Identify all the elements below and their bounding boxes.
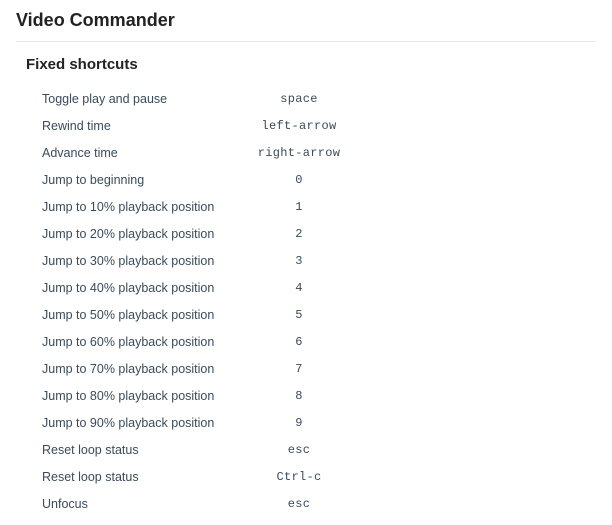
shortcut-key: 1 — [244, 200, 354, 214]
shortcut-row: Jump to 50% playback position 5 — [42, 301, 596, 328]
shortcut-label: Jump to 50% playback position — [42, 308, 244, 322]
shortcut-key: left-arrow — [244, 119, 354, 133]
shortcut-label: Jump to 30% playback position — [42, 254, 244, 268]
shortcut-row: Jump to 20% playback position 2 — [42, 220, 596, 247]
shortcut-label: Advance time — [42, 146, 244, 160]
shortcut-label: Jump to 80% playback position — [42, 389, 244, 403]
shortcut-key: 9 — [244, 416, 354, 430]
shortcut-key: 2 — [244, 227, 354, 241]
shortcut-row: Jump to 70% playback position 7 — [42, 355, 596, 382]
shortcut-key: 7 — [244, 362, 354, 376]
shortcut-label: Reset loop status — [42, 470, 244, 484]
section-title-fixed-shortcuts: Fixed shortcuts — [26, 56, 596, 73]
shortcut-row: Toggle play and pause space — [42, 85, 596, 112]
shortcut-label: Jump to 40% playback position — [42, 281, 244, 295]
settings-page: Video Commander Fixed shortcuts Toggle p… — [0, 0, 612, 517]
shortcut-key: space — [244, 92, 354, 106]
shortcut-key: esc — [244, 443, 354, 457]
shortcut-label: Jump to 10% playback position — [42, 200, 244, 214]
shortcut-key: 6 — [244, 335, 354, 349]
shortcut-list: Toggle play and pause space Rewind time … — [16, 85, 596, 517]
shortcut-key: 5 — [244, 308, 354, 322]
shortcut-label: Jump to 60% playback position — [42, 335, 244, 349]
shortcut-row: Jump to beginning 0 — [42, 166, 596, 193]
app-title: Video Commander — [16, 10, 596, 31]
shortcut-key: Ctrl-c — [244, 470, 354, 484]
shortcut-label: Unfocus — [42, 497, 244, 511]
shortcut-row: Jump to 90% playback position 9 — [42, 409, 596, 436]
shortcut-label: Jump to 20% playback position — [42, 227, 244, 241]
shortcut-label: Toggle play and pause — [42, 92, 244, 106]
shortcut-label: Jump to 90% playback position — [42, 416, 244, 430]
shortcut-row: Rewind time left-arrow — [42, 112, 596, 139]
shortcut-row: Jump to 10% playback position 1 — [42, 193, 596, 220]
shortcut-label: Jump to 70% playback position — [42, 362, 244, 376]
shortcut-row: Reset loop status esc — [42, 436, 596, 463]
shortcut-key: 0 — [244, 173, 354, 187]
shortcut-row: Advance time right-arrow — [42, 139, 596, 166]
section-divider — [16, 41, 596, 42]
shortcut-key: right-arrow — [244, 146, 354, 160]
shortcut-row: Jump to 30% playback position 3 — [42, 247, 596, 274]
shortcut-row: Unfocus esc — [42, 490, 596, 517]
shortcut-label: Jump to beginning — [42, 173, 244, 187]
shortcut-key: 3 — [244, 254, 354, 268]
shortcut-row: Jump to 60% playback position 6 — [42, 328, 596, 355]
shortcut-label: Rewind time — [42, 119, 244, 133]
shortcut-label: Reset loop status — [42, 443, 244, 457]
shortcut-key: 4 — [244, 281, 354, 295]
shortcut-row: Jump to 40% playback position 4 — [42, 274, 596, 301]
shortcut-key: 8 — [244, 389, 354, 403]
shortcut-key: esc — [244, 497, 354, 511]
shortcut-row: Reset loop status Ctrl-c — [42, 463, 596, 490]
shortcut-row: Jump to 80% playback position 8 — [42, 382, 596, 409]
